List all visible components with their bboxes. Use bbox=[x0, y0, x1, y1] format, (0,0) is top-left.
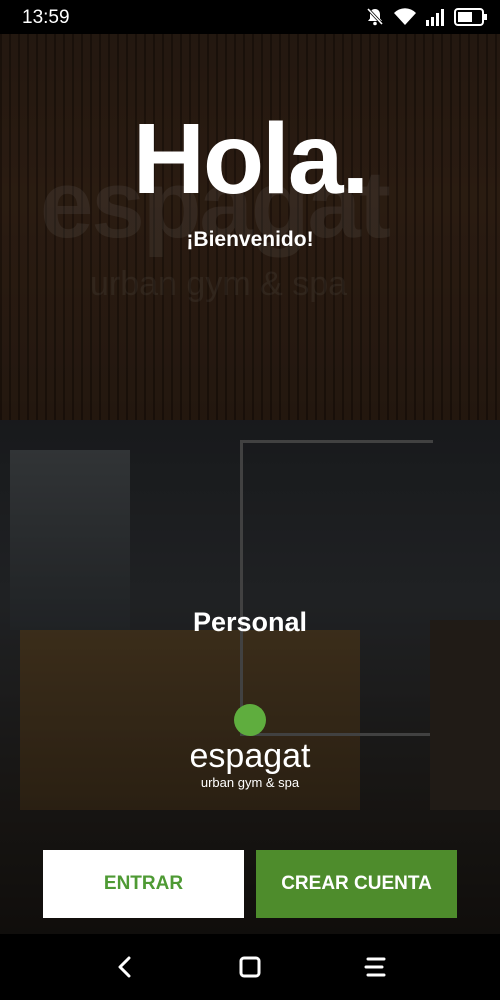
battery-icon bbox=[454, 8, 488, 31]
create-account-button[interactable]: CREAR CUENTA bbox=[256, 850, 457, 918]
brand-name: espagat bbox=[189, 737, 311, 775]
welcome-subtitle: ¡Bienvenido! bbox=[186, 228, 314, 251]
wifi-icon bbox=[394, 8, 416, 31]
back-icon[interactable] bbox=[108, 952, 142, 982]
welcome-screen: espagat urban gym & spa 13:59 Hola. ¡Bie… bbox=[0, 0, 500, 1000]
status-bar: 13:59 bbox=[0, 0, 500, 34]
navigation-bar bbox=[0, 934, 500, 1000]
home-icon[interactable] bbox=[233, 952, 267, 982]
login-button[interactable]: ENTRAR bbox=[43, 850, 244, 918]
notifications-off-icon bbox=[365, 7, 385, 32]
signal-icon bbox=[425, 8, 445, 31]
status-time: 13:59 bbox=[22, 7, 70, 28]
greeting-title: Hola. bbox=[132, 103, 369, 215]
role-label: Personal bbox=[192, 607, 308, 637]
brand-tagline: urban gym & spa bbox=[200, 775, 300, 790]
menu-icon[interactable] bbox=[358, 952, 392, 982]
brand-logo: espagat urban gym & spa bbox=[0, 704, 500, 790]
logo-dot-icon bbox=[234, 704, 266, 736]
